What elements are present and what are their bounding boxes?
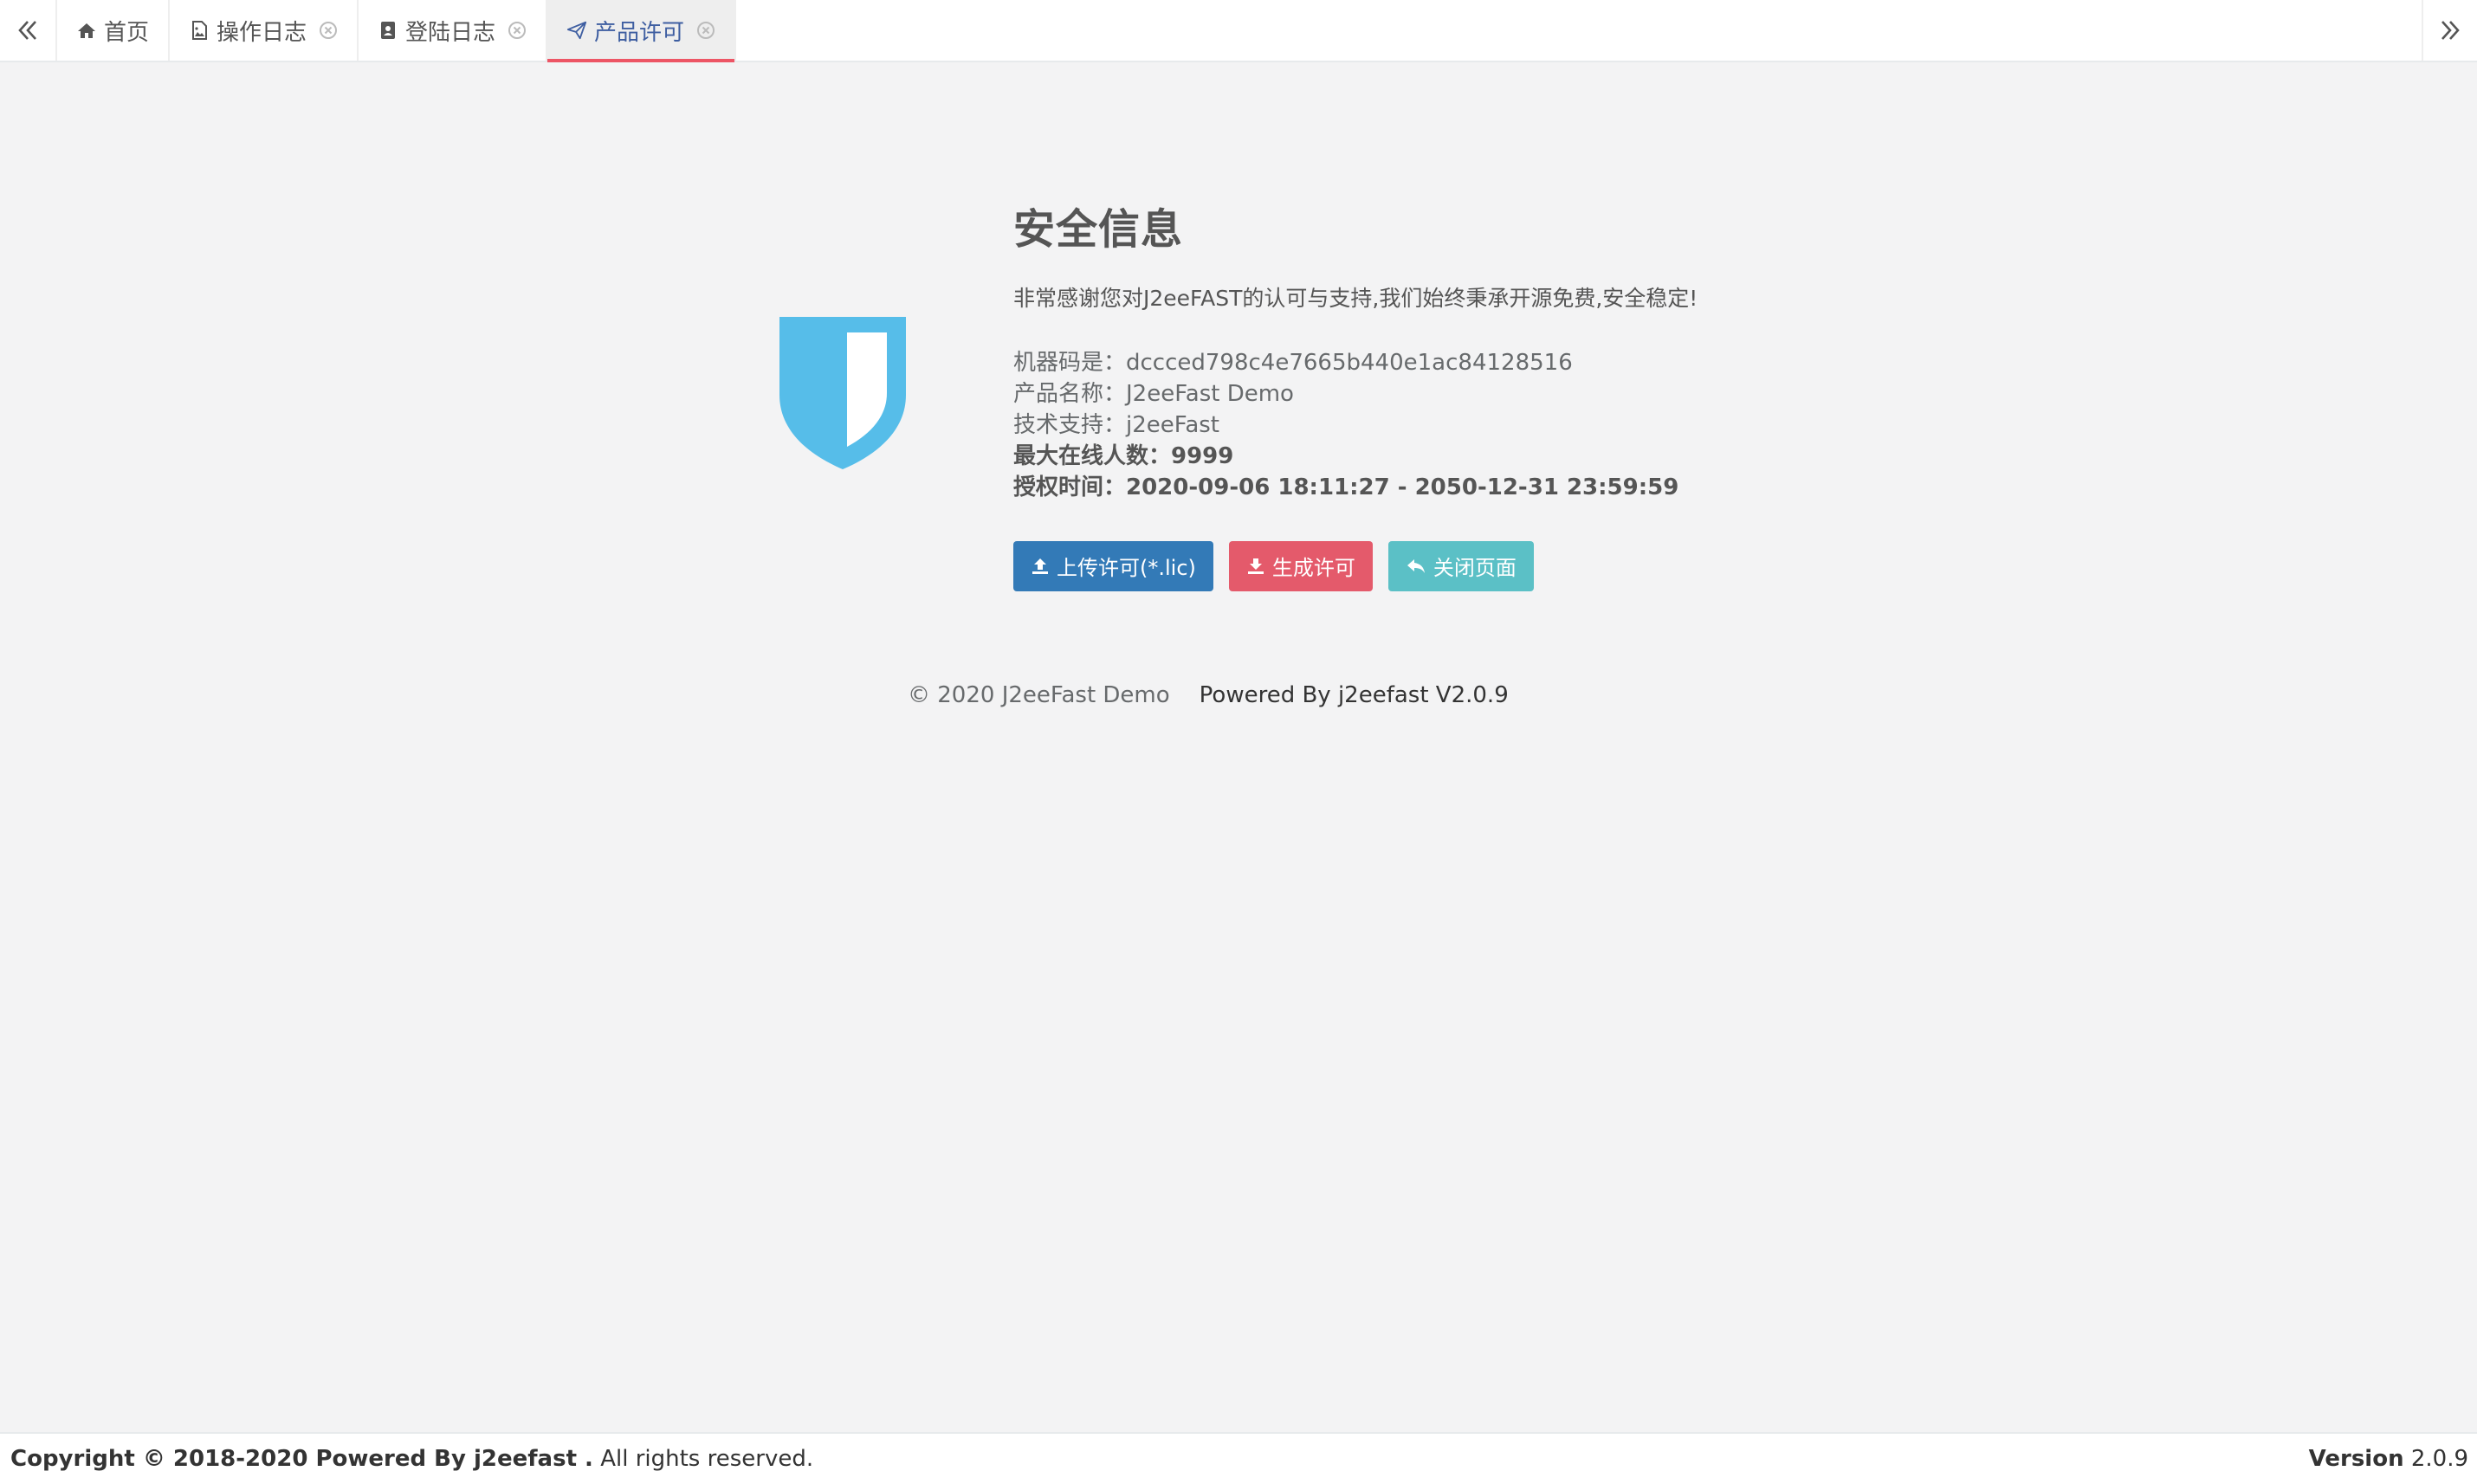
footer: Copyright © 2018-2020 Powered By j2eefas… [0,1432,2477,1484]
close-page-label: 关闭页面 [1433,556,1517,581]
generate-license-button[interactable]: 生成许可 [1228,540,1373,591]
address-book-icon [378,20,398,41]
max-online-users: 最大在线人数：9999 [1013,442,1234,469]
tab-home[interactable]: 首页 [57,0,171,61]
tab-bar: 首页 操作日志 登陆日志 产品许可 [0,0,2477,62]
footer-version-value: 2.0.9 [2403,1446,2468,1472]
tab-label: 操作日志 [217,19,307,46]
tab-product-license[interactable]: 产品许可 [547,0,737,62]
download-icon [1247,558,1264,574]
tab-label: 首页 [104,19,150,46]
shield-icon [779,317,906,469]
page-credits: © 2020 J2eeFast Demo Powered By j2eefast… [908,682,1509,708]
upload-license-button[interactable]: 上传许可(*.lic) [1013,540,1213,591]
close-tab-icon[interactable] [319,21,338,40]
credits-copyright: © 2020 J2eeFast Demo [908,682,1170,708]
upload-icon [1032,558,1048,574]
credits-powered-by: Powered By j2eefast V2.0.9 [1199,682,1509,708]
generate-license-label: 生成许可 [1271,556,1355,581]
upload-license-label: 上传许可(*.lic) [1057,556,1196,581]
action-buttons: 上传许可(*.lic) 生成许可 关闭页面 [1013,540,1879,591]
machine-code: 机器码是：dccced798c4e7665b440e1ac84128516 [1013,349,1573,376]
home-icon [76,20,97,41]
double-chevron-left-icon [18,21,36,40]
paper-plane-icon [566,20,587,41]
scroll-tabs-right-button[interactable] [2422,0,2477,61]
footer-rights: All rights reserved. [592,1446,814,1472]
product-name: 产品名称：J2eeFast Demo [1013,380,1294,407]
footer-version: Version 2.0.9 [2309,1446,2468,1472]
footer-version-label: Version [2308,1446,2404,1472]
tab-label: 登陆日志 [405,19,496,46]
footer-copyright: Copyright © 2018-2020 Powered By j2eefas… [10,1446,813,1472]
tech-support: 技术支持：j2eeFast [1013,411,1219,438]
tab-login-log[interactable]: 登陆日志 [359,0,548,61]
double-chevron-right-icon [2441,21,2460,40]
thanks-message: 非常感谢您对J2eeFAST的认可与支持,我们始终秉承开源免费,安全稳定! [1013,285,1698,311]
reply-icon [1407,558,1425,573]
tab-operation-log[interactable]: 操作日志 [170,0,359,61]
close-page-button[interactable]: 关闭页面 [1387,540,1534,591]
close-tab-icon[interactable] [696,21,715,40]
authorization-time: 授权时间：2020-09-06 18:11:27 - 2050-12-31 23… [1013,474,1679,500]
page-title: 安全信息 [1013,205,1184,254]
image-file-icon [189,20,210,41]
tab-label: 产品许可 [594,19,685,46]
license-page: 安全信息 非常感谢您对J2eeFAST的认可与支持,我们始终秉承开源免费,安全稳… [0,62,2477,1432]
footer-copyright-bold: Copyright © 2018-2020 Powered By j2eefas… [10,1446,593,1472]
security-info: 安全信息 非常感谢您对J2eeFAST的认可与支持,我们始终秉承开源免费,安全稳… [1013,205,1879,591]
scroll-tabs-left-button[interactable] [0,0,57,61]
tab-list: 首页 操作日志 登陆日志 产品许可 [57,0,737,62]
close-tab-icon[interactable] [508,21,527,40]
